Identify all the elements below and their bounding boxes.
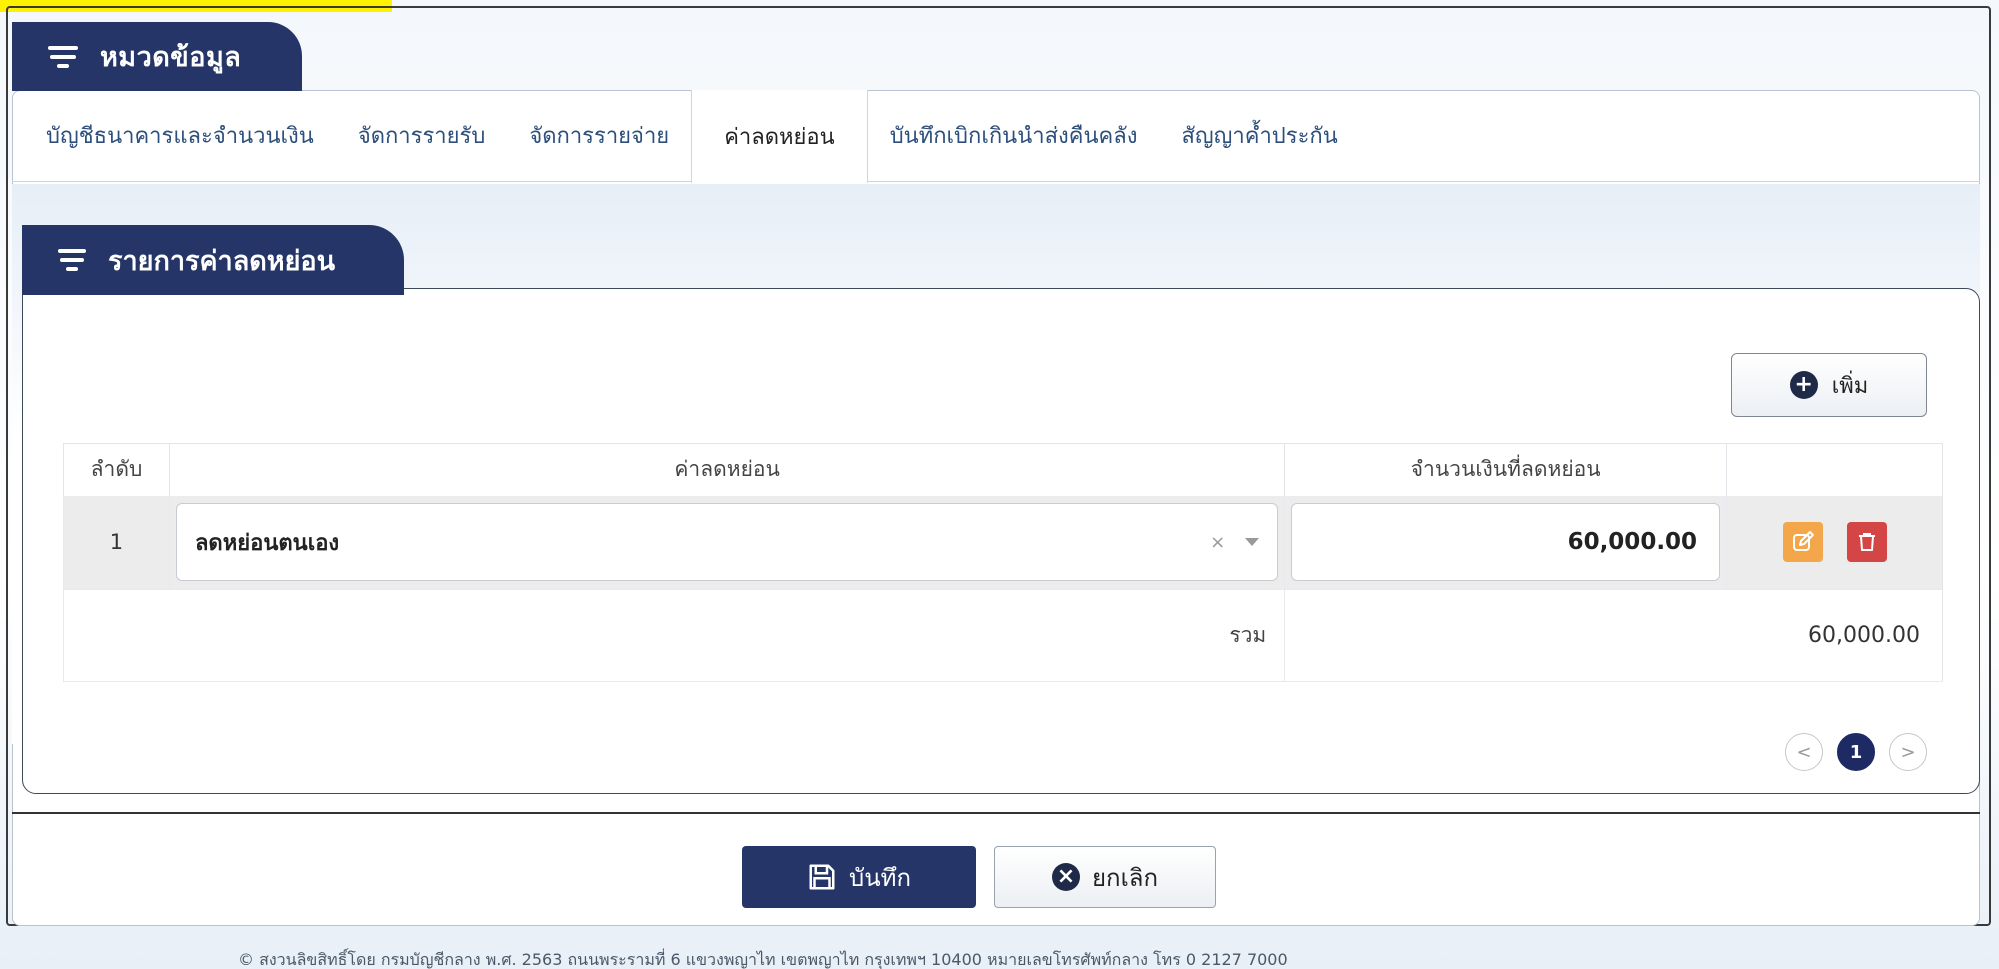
pagination: < 1 > [1785, 733, 1927, 771]
sum-label: รวม [62, 589, 1285, 682]
form-actions: บันทึก × ยกเลิก [742, 846, 1216, 908]
deduction-select[interactable]: ลดหย่อนตนเอง × [175, 503, 1279, 582]
close-circle-icon: × [1051, 863, 1080, 891]
trash-icon [1858, 533, 1875, 552]
add-button[interactable]: + เพิ่ม [1731, 353, 1927, 417]
tab-bar: บัญชีธนาคารและจำนวนเงิน จัดการรายรับ จัด… [12, 90, 1980, 183]
filter-menu-icon [58, 249, 86, 271]
table-row: 1 ลดหย่อนตนเอง × 60,000.00 [63, 495, 1943, 590]
save-button[interactable]: บันทึก [742, 846, 976, 908]
tab-guarantee-contract[interactable]: สัญญาค้ำประกัน [1159, 90, 1359, 181]
floppy-disk-icon [809, 864, 835, 890]
page-1-button[interactable]: 1 [1837, 733, 1875, 771]
add-button-label: เพิ่ม [1831, 373, 1869, 399]
header-no: ลำดับ [63, 443, 170, 496]
header-actions [1726, 443, 1943, 496]
subsection-header: รายการค่าลดหย่อน [22, 225, 404, 295]
header-deduction: ค่าลดหย่อน [168, 443, 1285, 496]
divider [12, 812, 1980, 814]
delete-button[interactable] [1846, 522, 1887, 563]
amount-input[interactable]: 60,000.00 [1291, 503, 1721, 582]
deduction-select-value: ลดหย่อนตนเอง [194, 530, 340, 556]
save-button-label: บันทึก [849, 863, 911, 892]
tab-bank-accounts[interactable]: บัญชีธนาคารและจำนวนเงิน [24, 90, 336, 181]
sum-value: 60,000.00 [1284, 589, 1943, 682]
copyright-text: © สงวนลิขสิทธิ์โดย กรมบัญชีกลาง พ.ศ. 256… [238, 950, 1288, 969]
prev-page-button[interactable]: < [1785, 733, 1823, 771]
tab-income[interactable]: จัดการรายรับ [336, 90, 508, 181]
plus-circle-icon: + [1789, 371, 1818, 399]
section-header: หมวดข้อมูล [12, 22, 302, 91]
tab-expenses[interactable]: จัดการรายจ่าย [507, 90, 691, 181]
deductions-table: ลำดับ ค่าลดหย่อน จำนวนเงินที่ลดหย่อน 1 ล… [62, 443, 1943, 682]
cancel-button-label: ยกเลิก [1091, 863, 1159, 892]
header-amount: จำนวนเงินที่ลดหย่อน [1284, 443, 1727, 496]
deductions-panel: + เพิ่ม ลำดับ ค่าลดหย่อน จำนวนเงินที่ลดห… [22, 288, 1980, 794]
subsection-title: รายการค่าลดหย่อน [108, 245, 336, 277]
tab-overpayment-return[interactable]: บันทึกเบิกเกินนำส่งคืนคลัง [868, 90, 1160, 181]
edit-icon [1792, 531, 1814, 552]
cancel-button[interactable]: × ยกเลิก [994, 846, 1216, 908]
next-page-button[interactable]: > [1889, 733, 1927, 771]
chevron-down-icon[interactable] [1245, 538, 1260, 547]
edit-button[interactable] [1782, 522, 1823, 563]
clear-icon[interactable]: × [1210, 532, 1225, 553]
filter-menu-icon [48, 45, 78, 68]
row-number: 1 [63, 495, 170, 590]
sum-row: รวม 60,000.00 [62, 589, 1943, 682]
tab-deductions[interactable]: ค่าลดหย่อน [691, 90, 868, 183]
table-header-row: ลำดับ ค่าลดหย่อน จำนวนเงินที่ลดหย่อน [63, 443, 1943, 496]
section-title: หมวดข้อมูล [100, 42, 242, 73]
